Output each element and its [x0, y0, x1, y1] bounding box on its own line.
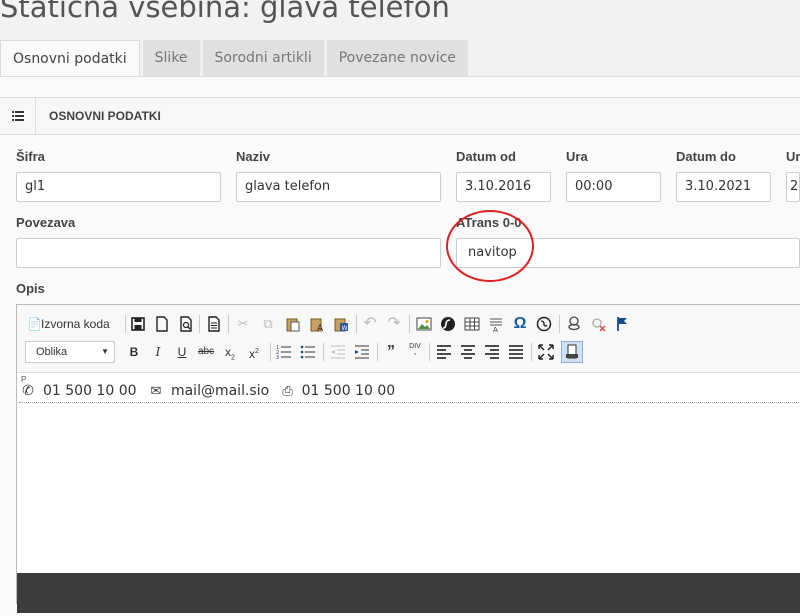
tab-slike[interactable]: Slike [142, 40, 200, 76]
ura-od-label: Ura [566, 149, 588, 164]
highlight-circle [446, 210, 534, 282]
link-icon[interactable] [565, 315, 583, 333]
templates-icon[interactable] [205, 315, 223, 333]
align-left-icon[interactable] [435, 343, 453, 361]
align-center-icon[interactable] [459, 343, 477, 361]
separator [429, 343, 430, 361]
new-page-icon[interactable] [153, 315, 171, 333]
separator [356, 315, 357, 333]
image-icon[interactable] [415, 315, 433, 333]
redo-icon[interactable]: ↷ [385, 315, 403, 333]
page-title: Statična vsebina: glava telefon [0, 0, 450, 24]
tab-osnovni-podatki[interactable]: Osnovni podatki [0, 40, 140, 76]
source-label: Izvorna koda [41, 317, 110, 331]
sifra-label: Šifra [16, 149, 45, 164]
align-right-icon[interactable] [483, 343, 501, 361]
separator [270, 343, 271, 361]
editor-toolbar: 📄Izvorna koda ✂ ⧉ A W ↶ ↷ A Ω Oblika ▼ B… [17, 305, 800, 373]
naziv-label: Naziv [236, 149, 270, 164]
cut-icon[interactable]: ✂ [234, 315, 252, 333]
separator [323, 343, 324, 361]
ura-od-input[interactable]: 00:00 [566, 172, 661, 202]
unlink-icon[interactable] [589, 315, 607, 333]
underline-icon[interactable]: U [173, 343, 191, 361]
email-address: mail@mail.sio [170, 383, 270, 399]
horizontal-line-icon[interactable]: A [487, 315, 505, 333]
div-container-icon[interactable]: DIV ▫ [406, 343, 424, 361]
anchor-icon[interactable] [613, 315, 631, 333]
envelope-icon: ✉ [150, 384, 162, 399]
panel-title: OSNOVNI PODATKI [49, 109, 161, 123]
paste-text-icon[interactable]: A [308, 315, 326, 333]
tab-sorodni-artikli[interactable]: Sorodni artikli [202, 40, 324, 76]
flash-icon[interactable] [439, 315, 457, 333]
paste-word-icon[interactable]: W [332, 315, 350, 333]
povezava-input[interactable] [16, 238, 441, 268]
phone-number-1: 01 500 10 00 [43, 383, 137, 399]
preview-icon[interactable] [177, 315, 195, 333]
numbered-list-icon[interactable]: 123 [275, 343, 293, 361]
panel-header: OSNOVNI PODATKI [0, 97, 800, 135]
separator [228, 315, 229, 333]
editor-status-bar [17, 573, 800, 613]
contact-line: ✆ 01 500 10 00 ✉ mail@mail.sio ⎙ 01 500 10 … [19, 381, 800, 403]
source-button[interactable]: 📄Izvorna koda [27, 315, 110, 333]
editor-content[interactable]: P ✆ 01 500 10 00 ✉ mail@mail.sio ⎙ 01 500 1… [17, 373, 800, 578]
subscript-icon[interactable]: x2 [221, 343, 239, 361]
datum-do-label: Datum do [676, 149, 736, 164]
svg-text:W: W [342, 325, 348, 332]
povezava-label: Povezava [16, 215, 76, 230]
tab-povezane-novice[interactable]: Povezane novice [326, 40, 468, 76]
naziv-input[interactable]: glava telefon [236, 172, 441, 202]
separator [559, 315, 560, 333]
bulleted-list-icon[interactable] [299, 343, 317, 361]
phone-icon: ✆ [22, 383, 34, 399]
italic-icon[interactable]: I [149, 343, 167, 361]
copy-icon[interactable]: ⧉ [259, 315, 277, 333]
paste-icon[interactable] [284, 315, 302, 333]
iframe-icon[interactable] [535, 315, 553, 333]
indent-icon[interactable] [353, 343, 371, 361]
save-icon[interactable] [129, 315, 147, 333]
table-icon[interactable] [463, 315, 481, 333]
separator [199, 315, 200, 333]
format-select[interactable]: Oblika ▼ [25, 341, 115, 363]
superscript-icon[interactable]: x2 [245, 343, 263, 361]
special-char-icon[interactable]: Ω [511, 315, 529, 333]
outdent-icon[interactable] [329, 343, 347, 361]
ura-do-label: Ur [786, 149, 800, 164]
separator [531, 343, 532, 361]
undo-icon[interactable]: ↶ [361, 315, 379, 333]
opis-label: Opis [16, 281, 45, 296]
rich-text-editor: 📄Izvorna koda ✂ ⧉ A W ↶ ↷ A Ω Oblika ▼ B… [16, 304, 800, 613]
separator [409, 315, 410, 333]
strikethrough-icon[interactable]: abc [197, 343, 215, 361]
sifra-input[interactable]: gl1 [16, 172, 221, 202]
tab-bar: Osnovni podatki Slike Sorodni artikli Po… [0, 40, 471, 76]
ura-do-input[interactable]: 2 [786, 172, 800, 202]
datum-od-label: Datum od [456, 149, 516, 164]
source-icon: 📄 [27, 317, 42, 331]
align-justify-icon[interactable] [507, 343, 525, 361]
maximize-icon[interactable] [537, 343, 555, 361]
svg-text:A: A [317, 324, 324, 333]
datum-do-input[interactable]: 3.10.2021 [676, 172, 771, 202]
separator [125, 315, 126, 333]
datum-od-input[interactable]: 3.10.2016 [456, 172, 551, 202]
fax-icon: ⎙ [282, 384, 293, 399]
svg-text:3: 3 [276, 355, 279, 361]
svg-text:A: A [493, 326, 498, 333]
format-select-value: Oblika [36, 346, 68, 358]
phone-number-2: 01 500 10 00 [301, 383, 396, 399]
chevron-down-icon: ▼ [101, 347, 109, 356]
blockquote-icon[interactable]: ” [382, 343, 400, 361]
bold-icon[interactable]: B [125, 343, 143, 361]
separator [377, 343, 378, 361]
list-icon[interactable] [0, 98, 36, 134]
show-blocks-icon[interactable] [561, 341, 583, 363]
